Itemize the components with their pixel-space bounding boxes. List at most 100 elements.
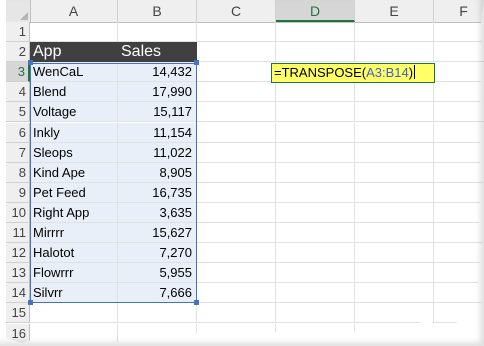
cell-c2[interactable] [197, 42, 276, 63]
cell-c4[interactable] [197, 82, 276, 103]
cell-b15[interactable] [118, 303, 197, 324]
row-header-15[interactable]: 15 [6, 303, 30, 324]
select-all-corner[interactable] [6, 0, 31, 22]
cell-a16[interactable] [30, 323, 118, 343]
column-header-a[interactable]: A [30, 0, 118, 22]
cell-f16[interactable] [434, 324, 484, 343]
range-handle-bottom-right[interactable] [194, 300, 199, 305]
cell-d13[interactable] [276, 263, 355, 284]
cell-d10[interactable] [276, 202, 355, 223]
cell-d6[interactable] [276, 122, 355, 143]
table-cell-sales[interactable]: 17,990 [118, 82, 197, 103]
table-cell-app[interactable]: Sleops [30, 142, 118, 163]
cell-e2[interactable] [355, 42, 434, 63]
table-cell-app[interactable]: Pet Feed [30, 182, 118, 203]
column-header-e[interactable]: E [355, 0, 434, 22]
table-cell-app[interactable]: WenCaL [30, 62, 118, 83]
cell-b16[interactable] [118, 323, 197, 343]
cell-e6[interactable] [355, 122, 434, 143]
cell-f1[interactable] [434, 22, 484, 42]
cell-e13[interactable] [355, 263, 434, 284]
row-header-16[interactable]: 16 [6, 323, 30, 343]
row-header-8[interactable]: 8 [6, 162, 30, 183]
cell-a15[interactable] [30, 303, 118, 324]
cell-f5[interactable] [434, 102, 484, 123]
table-cell-sales[interactable]: 8,905 [118, 162, 197, 183]
row-header-12[interactable]: 12 [6, 243, 30, 264]
cell-e16[interactable] [355, 323, 434, 343]
table-cell-sales[interactable]: 14,432 [118, 62, 197, 83]
cell-f2[interactable] [434, 42, 484, 63]
cell-f8[interactable] [434, 163, 484, 183]
cell-e4[interactable] [355, 82, 434, 103]
table-cell-sales[interactable]: 7,270 [118, 243, 197, 264]
cell-c3[interactable] [197, 62, 276, 83]
cell-b1[interactable] [118, 22, 197, 42]
cell-c14[interactable] [197, 283, 276, 304]
cell-f7[interactable] [434, 143, 484, 163]
cell-e8[interactable] [355, 162, 434, 183]
cell-f13[interactable] [434, 263, 484, 284]
cell-d12[interactable] [276, 243, 355, 264]
cell-e10[interactable] [355, 202, 434, 223]
cell-a1[interactable] [30, 22, 118, 42]
table-cell-app[interactable]: Silvrr [30, 283, 118, 304]
row-header-11[interactable]: 11 [6, 223, 30, 243]
cell-f10[interactable] [434, 203, 484, 223]
cell-c6[interactable] [197, 122, 276, 143]
column-header-f[interactable]: F [434, 0, 484, 22]
cell-c11[interactable] [197, 223, 276, 243]
row-header-2[interactable]: 2 [6, 42, 30, 63]
row-header-7[interactable]: 7 [6, 142, 30, 163]
table-cell-app[interactable]: Voltage [30, 102, 118, 123]
row-header-13[interactable]: 13 [6, 263, 30, 284]
column-header-c[interactable]: C [197, 0, 276, 22]
table-cell-sales[interactable]: 11,022 [118, 142, 197, 163]
range-handle-bottom-left[interactable] [28, 300, 33, 305]
cell-f6[interactable] [434, 123, 484, 143]
cell-e12[interactable] [355, 243, 434, 264]
cell-c7[interactable] [197, 142, 276, 163]
cell-e11[interactable] [355, 223, 434, 243]
cell-d15[interactable] [276, 303, 355, 324]
table-cell-app[interactable]: Inkly [30, 122, 118, 143]
cell-f15[interactable] [434, 303, 484, 324]
cell-c13[interactable] [197, 263, 276, 284]
table-cell-app[interactable]: Flowrrr [30, 263, 118, 284]
table-cell-app[interactable]: Right App [30, 202, 118, 223]
cell-d2[interactable] [276, 42, 355, 63]
column-header-d[interactable]: D [276, 0, 355, 22]
cell-c8[interactable] [197, 162, 276, 183]
cell-f3[interactable] [434, 62, 484, 83]
cell-e15[interactable] [355, 303, 434, 324]
cell-d14[interactable] [276, 283, 355, 304]
table-cell-sales[interactable]: 11,154 [118, 122, 197, 143]
row-header-4[interactable]: 4 [6, 82, 30, 103]
range-handle-top-right[interactable] [194, 60, 199, 65]
table-cell-sales[interactable]: 15,117 [118, 102, 197, 123]
cell-f14[interactable] [434, 283, 484, 304]
column-header-b[interactable]: B [118, 0, 197, 22]
formula-edit-cell-d3[interactable]: =TRANSPOSE(A3:B14) [271, 63, 435, 83]
cell-e9[interactable] [355, 182, 434, 203]
row-header-9[interactable]: 9 [6, 182, 30, 203]
table-cell-sales[interactable]: 7,666 [118, 283, 197, 304]
cell-d9[interactable] [276, 182, 355, 203]
cell-e1[interactable] [355, 22, 434, 42]
table-cell-app[interactable]: Blend [30, 82, 118, 103]
cell-c15[interactable] [197, 303, 276, 324]
cell-d4[interactable] [276, 82, 355, 103]
table-cell-sales[interactable]: 3,635 [118, 202, 197, 223]
row-header-6[interactable]: 6 [6, 122, 30, 143]
cell-f12[interactable] [434, 243, 484, 264]
row-header-10[interactable]: 10 [6, 202, 30, 223]
cell-c9[interactable] [197, 182, 276, 203]
cell-d1[interactable] [276, 22, 355, 42]
table-header-app[interactable]: App [30, 42, 118, 63]
row-header-1[interactable]: 1 [6, 22, 30, 42]
cell-e5[interactable] [355, 102, 434, 123]
table-cell-app[interactable]: Kind Ape [30, 162, 118, 183]
table-cell-app[interactable]: Mirrrr [30, 223, 118, 243]
cell-d8[interactable] [276, 162, 355, 183]
cell-d7[interactable] [276, 142, 355, 163]
